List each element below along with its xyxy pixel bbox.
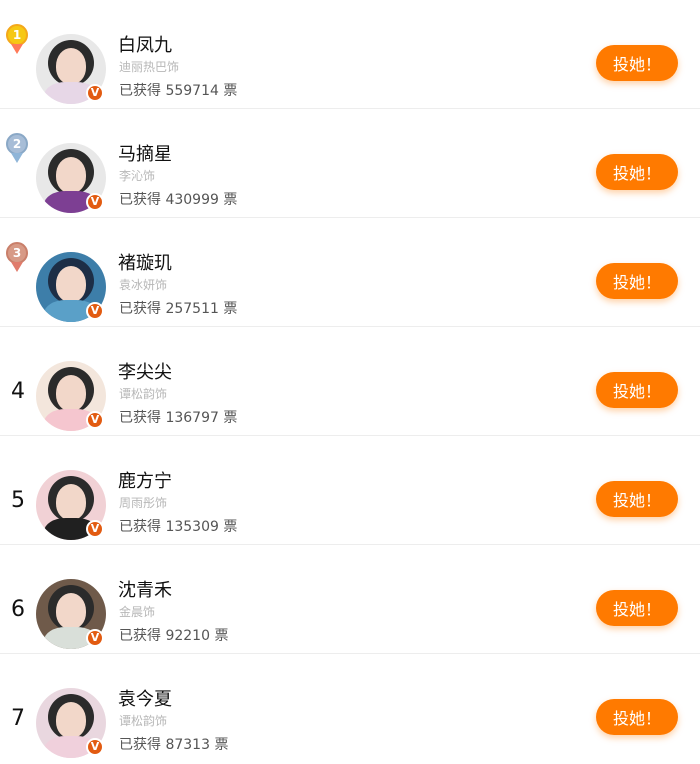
votes-suffix: 票 <box>223 410 238 426</box>
vote-button[interactable]: 投她！ <box>596 481 678 517</box>
actor-name: 金晨饰 <box>119 605 156 619</box>
vote-button[interactable]: 投她！ <box>596 372 678 408</box>
character-name: 褚璇玑 <box>118 253 172 274</box>
votes-suffix: 票 <box>223 301 238 317</box>
medal-ribbon-icon <box>11 44 23 54</box>
avatar-face-icon <box>56 157 86 193</box>
vote-count: 已获得 430999 票 <box>119 189 237 209</box>
actor-name: 谭松韵饰 <box>119 714 168 728</box>
rank-number: 7 <box>11 706 25 731</box>
votes-suffix: 票 <box>223 192 238 208</box>
gold-medal-icon: 1 <box>6 24 28 46</box>
votes-value: 87313 <box>165 737 210 753</box>
ranking-row: 6 V 沈青禾 金晨饰 已获得 92210 票 投她！ <box>0 545 700 654</box>
verified-v-icon: V <box>86 411 104 429</box>
votes-prefix: 已获得 <box>119 410 161 426</box>
votes-prefix: 已获得 <box>119 737 161 753</box>
medal-ribbon-icon <box>11 153 23 163</box>
rank-number: 4 <box>11 379 25 404</box>
votes-prefix: 已获得 <box>119 83 161 99</box>
vote-count: 已获得 257511 票 <box>119 298 237 318</box>
votes-suffix: 票 <box>223 519 238 535</box>
verified-v-icon: V <box>86 302 104 320</box>
avatar-face-icon <box>56 702 86 738</box>
vote-count: 已获得 135309 票 <box>119 516 237 536</box>
avatar-face-icon <box>56 266 86 302</box>
ranking-row: 1 V 白凤九 迪丽热巴饰 已获得 559714 票 投她！ <box>0 0 700 109</box>
avatar-face-icon <box>56 375 86 411</box>
rank-number: 5 <box>11 488 25 513</box>
character-name: 鹿方宁 <box>118 471 172 492</box>
votes-prefix: 已获得 <box>119 519 161 535</box>
silver-medal-icon: 2 <box>6 133 28 155</box>
rank-medal-bronze: 3 <box>6 242 28 298</box>
votes-suffix: 票 <box>214 737 229 753</box>
actor-name: 迪丽热巴饰 <box>119 60 180 74</box>
avatar-face-icon <box>56 484 86 520</box>
bronze-medal-icon: 3 <box>6 242 28 264</box>
vote-button[interactable]: 投她！ <box>596 263 678 299</box>
ranking-row: 4 V 李尖尖 谭松韵饰 已获得 136797 票 投她！ <box>0 327 700 436</box>
verified-v-icon: V <box>86 84 104 102</box>
ranking-row: 7 V 袁今夏 谭松韵饰 已获得 87313 票 投她！ <box>0 654 700 762</box>
character-name: 马摘星 <box>118 144 172 165</box>
actor-name: 袁冰妍饰 <box>119 278 168 292</box>
avatar-face-icon <box>56 48 86 84</box>
verified-v-icon: V <box>86 629 104 647</box>
verified-v-icon: V <box>86 193 104 211</box>
votes-value: 257511 <box>165 301 219 317</box>
vote-count: 已获得 136797 票 <box>119 407 237 427</box>
vote-button[interactable]: 投她！ <box>596 699 678 735</box>
verified-v-icon: V <box>86 738 104 756</box>
votes-value: 135309 <box>165 519 219 535</box>
character-name: 袁今夏 <box>118 689 172 710</box>
rank-medal-gold: 1 <box>6 24 28 80</box>
actor-name: 谭松韵饰 <box>119 387 168 401</box>
votes-value: 136797 <box>165 410 219 426</box>
character-name: 白凤九 <box>118 35 172 56</box>
verified-v-icon: V <box>86 520 104 538</box>
vote-count: 已获得 92210 票 <box>119 625 228 645</box>
votes-suffix: 票 <box>214 628 229 644</box>
rank-number: 6 <box>11 597 25 622</box>
actor-name: 周雨彤饰 <box>119 496 168 510</box>
votes-prefix: 已获得 <box>119 301 161 317</box>
medal-ribbon-icon <box>11 262 23 272</box>
votes-value: 430999 <box>165 192 219 208</box>
votes-value: 559714 <box>165 83 219 99</box>
vote-button[interactable]: 投她！ <box>596 45 678 81</box>
ranking-row: 2 V 马摘星 李沁饰 已获得 430999 票 投她！ <box>0 109 700 218</box>
rank-medal-silver: 2 <box>6 133 28 189</box>
vote-button[interactable]: 投她！ <box>596 590 678 626</box>
ranking-row: 3 V 褚璇玑 袁冰妍饰 已获得 257511 票 投她！ <box>0 218 700 327</box>
votes-prefix: 已获得 <box>119 192 161 208</box>
vote-count: 已获得 559714 票 <box>119 80 237 100</box>
ranking-list: 1 V 白凤九 迪丽热巴饰 已获得 559714 票 投她！ 2 V 马摘星 李 <box>0 0 700 762</box>
character-name: 李尖尖 <box>118 362 172 383</box>
votes-value: 92210 <box>165 628 210 644</box>
vote-count: 已获得 87313 票 <box>119 734 228 754</box>
vote-button[interactable]: 投她！ <box>596 154 678 190</box>
ranking-row: 5 V 鹿方宁 周雨彤饰 已获得 135309 票 投她！ <box>0 436 700 545</box>
character-name: 沈青禾 <box>118 580 172 601</box>
actor-name: 李沁饰 <box>119 169 156 183</box>
votes-prefix: 已获得 <box>119 628 161 644</box>
votes-suffix: 票 <box>223 83 238 99</box>
avatar-face-icon <box>56 593 86 629</box>
